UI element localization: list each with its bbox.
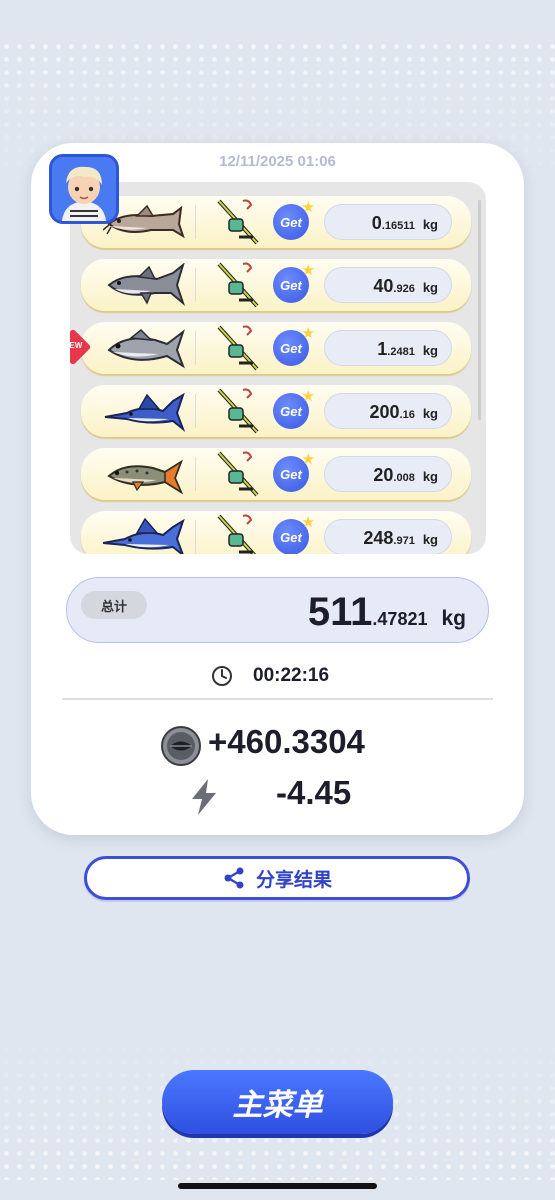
player-avatar-icon <box>52 157 116 221</box>
weight-pill: 20.008 kg <box>324 456 452 492</box>
swordfish-icon <box>103 517 185 554</box>
list-item: Get ★ 40.926 kg <box>81 259 471 311</box>
result-card: 12/11/2025 01:06 Get ★ 0 .16511 kg Get ★… <box>31 143 524 835</box>
get-badge: Get ★ <box>273 325 315 366</box>
avatar[interactable] <box>49 154 119 224</box>
star-icon: ★ <box>301 451 315 468</box>
star-icon: ★ <box>301 199 315 216</box>
row-divider <box>195 520 196 554</box>
duration-row: 00:22:16 <box>31 663 524 689</box>
weight-unit: kg <box>422 217 438 232</box>
marlin-icon <box>104 392 185 432</box>
fishing-rod-icon <box>217 199 259 245</box>
weight-pill: 248.971 kg <box>324 519 452 554</box>
list-item: Get ★ 20.008 kg <box>81 448 471 500</box>
weight-pill: 40.926 kg <box>324 267 452 303</box>
weight-decimal: .971 <box>393 535 415 547</box>
new-label: NEW <box>70 341 83 350</box>
row-divider <box>195 205 196 239</box>
row-divider <box>195 268 196 302</box>
row-divider <box>195 394 196 428</box>
list-item: Get ★ 248.971 kg <box>81 511 471 554</box>
fishing-rod-icon <box>217 388 259 434</box>
share-icon <box>224 867 244 889</box>
weight-int: 1 <box>377 339 388 359</box>
row-divider <box>195 457 196 491</box>
weight-decimal: .2481 <box>387 346 415 358</box>
clock-icon <box>212 666 232 686</box>
home-indicator[interactable] <box>178 1183 377 1189</box>
weight-pill: 1.2481 kg <box>324 330 452 366</box>
weight-unit: kg <box>422 406 438 421</box>
weight-decimal: .926 <box>393 283 415 295</box>
star-icon: ★ <box>301 325 315 342</box>
get-badge: Get ★ <box>273 262 315 303</box>
total-unit: kg <box>441 607 466 630</box>
weight-int: 200 <box>369 402 400 422</box>
share-result-button[interactable]: 分享结果 <box>84 856 470 900</box>
row-divider <box>195 331 196 365</box>
list-item: Get ★ 0.16511 kg <box>81 196 471 248</box>
star-icon: ★ <box>301 514 315 531</box>
fishing-rod-icon <box>217 514 257 554</box>
fishing-rod-icon <box>217 451 259 497</box>
weight-int: 248 <box>363 528 394 548</box>
total-value: 511.47821 kg <box>308 590 466 635</box>
weight-int: 20 <box>373 465 394 485</box>
get-badge: Get ★ <box>273 388 315 429</box>
weight-unit: kg <box>422 343 438 358</box>
weight-unit: kg <box>422 280 438 295</box>
total-label: 总计 <box>81 591 147 619</box>
fish-list[interactable]: Get ★ 0.16511 kg Get ★ 40 .926 kg EW Get… <box>70 182 486 554</box>
weight-pill: 0.16511 kg <box>324 204 452 240</box>
weight-decimal: .16511 <box>381 220 415 232</box>
main-menu-label: 主菜单 <box>232 1089 323 1122</box>
weight-pill: 200.16 kg <box>324 393 452 429</box>
weight-decimal: .16 <box>399 409 415 421</box>
trout-icon <box>107 459 184 495</box>
weight-int: 0 <box>371 213 382 233</box>
list-item: NEW Get★ 1.2481 kg <box>70 322 471 374</box>
energy-delta: -4.45 <box>276 774 352 811</box>
total-int: 511 <box>307 590 373 634</box>
weight-int: 40 <box>373 276 394 296</box>
share-button-label: 分享结果 <box>255 869 332 891</box>
grey-fish-icon <box>107 328 185 369</box>
main-menu-button[interactable]: 主菜单 <box>162 1070 393 1134</box>
scrollbar[interactable] <box>478 200 481 420</box>
total-weight-box: 总计 511.47821 kg <box>66 577 489 643</box>
star-icon: ★ <box>301 388 315 405</box>
coin-delta: +460.3304 <box>208 723 365 760</box>
fishing-rod-icon <box>217 325 259 371</box>
weight-unit: kg <box>422 469 438 484</box>
duration-text: 00:22:16 <box>253 665 330 686</box>
weight-decimal: .008 <box>393 472 415 484</box>
get-badge: Get ★ <box>273 451 315 492</box>
star-icon: ★ <box>301 262 315 279</box>
fishing-rod-icon <box>217 262 259 308</box>
divider <box>62 698 493 700</box>
coin-icon <box>161 726 201 766</box>
total-decimal: .47821 <box>372 609 428 629</box>
get-badge: Get ★ <box>273 514 315 554</box>
shark-icon <box>107 263 185 306</box>
weight-unit: kg <box>422 532 438 547</box>
energy-bolt-icon <box>192 779 216 815</box>
get-badge: Get ★ <box>273 199 315 240</box>
list-item: Get ★ 200.16 kg <box>81 385 471 437</box>
